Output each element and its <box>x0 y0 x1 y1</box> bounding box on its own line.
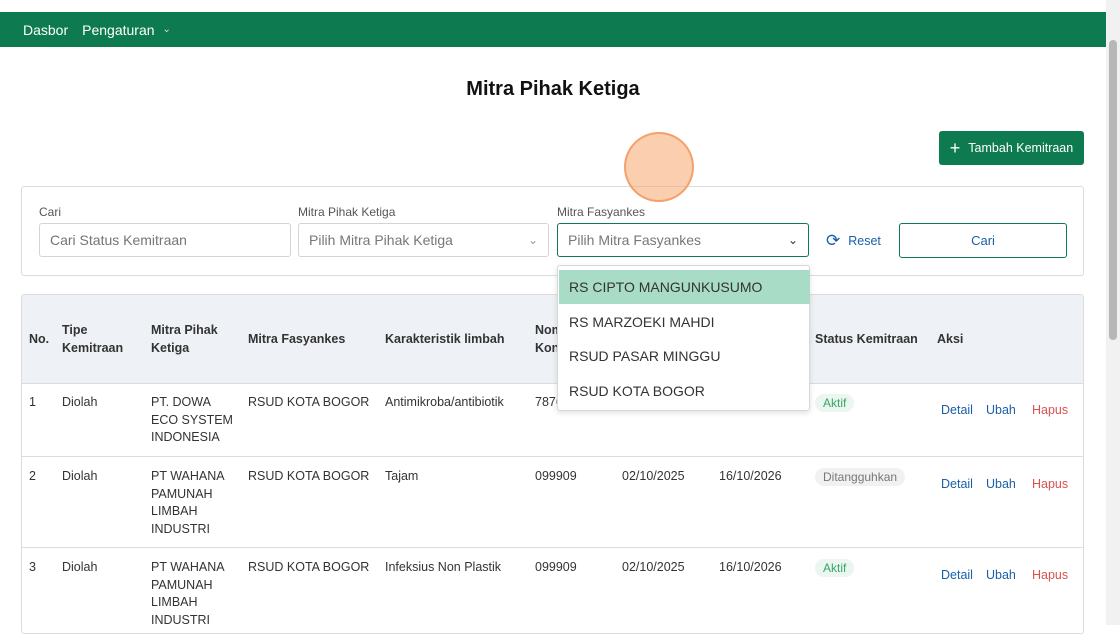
cell-tipe: Diolah <box>62 469 98 483</box>
edit-link[interactable]: Ubah <box>986 477 1016 491</box>
cell-mitra-pihak: PT WAHANA PAMUNAH LIMBAH INDUSTRI <box>151 559 225 629</box>
cell-line: ECO SYSTEM <box>151 412 233 427</box>
detail-link[interactable]: Detail <box>941 568 973 582</box>
detail-link[interactable]: Detail <box>941 403 973 417</box>
cell-mitra-fasyankes: RSUD KOTA BOGOR <box>248 469 370 483</box>
click-indicator <box>624 132 694 202</box>
header-tipe-line2: Kemitraan <box>62 341 124 355</box>
scrollbar-thumb[interactable] <box>1109 40 1117 340</box>
delete-link[interactable]: Hapus <box>1032 403 1068 417</box>
cell-tipe: Diolah <box>62 395 98 409</box>
cell-no: 2 <box>29 469 36 483</box>
cell-karakteristik: Infeksius Non Plastik <box>385 560 502 574</box>
header-tipe-line1: Tipe <box>62 323 88 337</box>
cell-tipe: Diolah <box>62 560 98 574</box>
add-partnership-label: Tambah Kemitraan <box>968 141 1074 155</box>
header-no: No. <box>29 332 50 346</box>
header-aksi: Aksi <box>937 332 964 346</box>
detail-link[interactable]: Detail <box>941 477 973 491</box>
refresh-icon: ⟳ <box>826 231 841 250</box>
cell-tgl-mulai: 02/10/2025 <box>622 469 685 483</box>
reset-label: Reset <box>848 234 881 248</box>
cell-line: INDUSTRI <box>151 521 211 536</box>
chevron-down-icon: ⌄ <box>527 233 538 247</box>
dropdown-option[interactable]: RSUD PASAR MINGGU <box>559 339 810 373</box>
header-nomor-line2: Kon <box>535 341 560 355</box>
cell-no: 1 <box>29 395 36 409</box>
page-title: Mitra Pihak Ketiga <box>466 78 640 100</box>
cell-tgl-akhir: 16/10/2026 <box>719 469 782 483</box>
mitra-pihak-placeholder: Pilih Mitra Pihak Ketiga <box>309 232 453 248</box>
edit-link[interactable]: Ubah <box>986 568 1016 582</box>
cell-karakteristik: Tajam <box>385 469 419 483</box>
fasyankes-dropdown-menu: RS CIPTO MANGUNKUSUMO RS MARZOEKI MAHDI … <box>557 265 810 411</box>
row-divider <box>22 547 1083 548</box>
header-mitra-pihak-line2: Ketiga <box>151 341 190 355</box>
cell-mitra-fasyankes: RSUD KOTA BOGOR <box>248 560 370 574</box>
cell-line: PT WAHANA <box>151 469 225 483</box>
edit-link[interactable]: Ubah <box>986 403 1016 417</box>
nav-pengaturan-label: Pengaturan <box>82 21 155 38</box>
cell-no: 3 <box>29 560 36 574</box>
cell-line: PT WAHANA <box>151 560 225 574</box>
header-mitra-pihak: Mitra Pihak Ketiga <box>151 321 218 357</box>
header-karakteristik: Karakteristik limbah <box>385 332 505 346</box>
status-badge: Aktif <box>815 394 855 412</box>
cell-mitra-fasyankes: RSUD KOTA BOGOR <box>248 395 370 409</box>
mitra-pihak-select[interactable]: Pilih Mitra Pihak Ketiga ⌄ <box>298 223 549 257</box>
cell-line: PT. DOWA <box>151 395 211 409</box>
dropdown-option[interactable]: RSUD KOTA BOGOR <box>559 374 810 408</box>
partnership-table: No. Tipe Kemitraan Mitra Pihak Ketiga Mi… <box>21 294 1084 634</box>
mitra-fasyankes-select[interactable]: Pilih Mitra Fasyankes ⌄ <box>557 223 809 257</box>
reset-button[interactable]: ⟳ Reset <box>826 231 881 251</box>
header-mitra-pihak-line1: Mitra Pihak <box>151 323 218 337</box>
search-label: Cari <box>39 205 62 219</box>
status-badge: Ditangguhkan <box>815 468 906 486</box>
mitra-fasyankes-placeholder: Pilih Mitra Fasyankes <box>568 232 702 248</box>
dropdown-option[interactable]: RS MARZOEKI MAHDI <box>559 305 810 339</box>
chevron-down-icon: ⌄ <box>787 233 798 247</box>
chevron-down-icon: ⌄ <box>162 24 171 35</box>
top-navbar: Dasbor Pengaturan ⌄ <box>0 12 1106 47</box>
cell-line: PAMUNAH <box>151 577 213 592</box>
status-badge: Aktif <box>815 559 855 577</box>
mitra-fasyankes-label: Mitra Fasyankes <box>557 205 646 219</box>
plus-icon: + <box>949 138 961 158</box>
add-partnership-button[interactable]: + Tambah Kemitraan <box>939 131 1084 165</box>
cell-line: INDONESIA <box>151 430 220 444</box>
header-tipe: Tipe Kemitraan <box>62 321 123 357</box>
search-button[interactable]: Cari <box>899 223 1067 258</box>
delete-link[interactable]: Hapus <box>1032 568 1068 582</box>
cell-line: LIMBAH <box>151 504 198 518</box>
delete-link[interactable]: Hapus <box>1032 477 1068 491</box>
row-divider <box>22 383 1083 384</box>
cell-line: INDUSTRI <box>151 612 211 627</box>
nav-pengaturan[interactable]: Pengaturan ⌄ <box>82 22 171 38</box>
mitra-pihak-label: Mitra Pihak Ketiga <box>298 205 396 219</box>
dropdown-option[interactable]: RS CIPTO MANGUNKUSUMO <box>559 270 810 304</box>
cell-tgl-mulai: 02/10/2025 <box>622 560 685 574</box>
header-mitra-fasyankes: Mitra Fasyankes <box>248 332 346 346</box>
cell-tgl-akhir: 16/10/2026 <box>719 560 782 574</box>
cell-mitra-pihak: PT. DOWA ECO SYSTEM INDONESIA <box>151 394 233 447</box>
nav-dasbor[interactable]: Dasbor <box>23 22 68 38</box>
cell-line: LIMBAH <box>151 595 198 609</box>
top-strip <box>0 0 1120 12</box>
cell-mitra-pihak: PT WAHANA PAMUNAH LIMBAH INDUSTRI <box>151 468 225 538</box>
search-input[interactable] <box>39 223 291 257</box>
cell-nomor: 099909 <box>535 560 577 574</box>
cell-nomor: 099909 <box>535 469 577 483</box>
row-divider <box>22 456 1083 457</box>
cell-karakteristik: Antimikroba/antibiotik <box>385 395 504 409</box>
header-status: Status Kemitraan <box>815 332 918 346</box>
cell-line: PAMUNAH <box>151 486 213 501</box>
